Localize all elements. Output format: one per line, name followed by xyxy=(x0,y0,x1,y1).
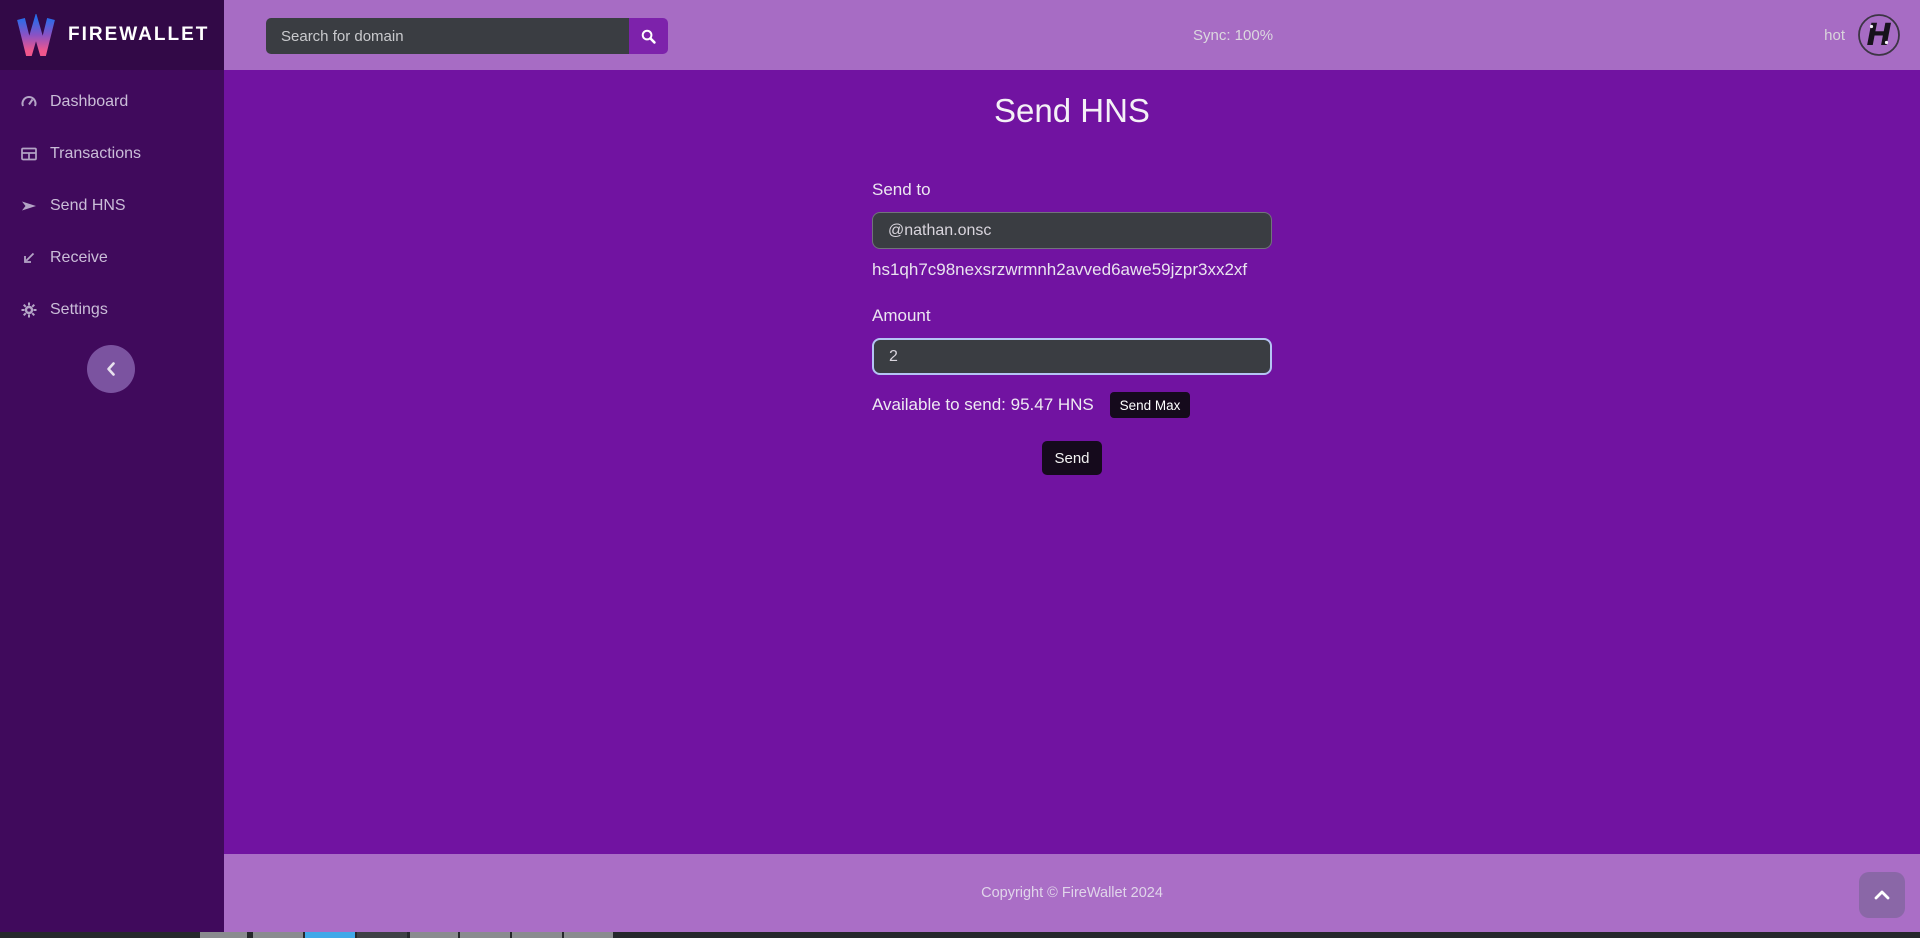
taskbar-segment[interactable] xyxy=(357,932,407,938)
sidebar-item-dashboard[interactable]: Dashboard xyxy=(0,76,224,128)
taskbar-segment[interactable] xyxy=(200,932,247,938)
domain-search xyxy=(266,18,668,54)
sidebar-item-label: Receive xyxy=(50,249,108,267)
page-title: Send HNS xyxy=(224,92,1920,130)
brand-name: FIREWALLET xyxy=(68,24,209,46)
receive-arrow-icon xyxy=(20,249,38,267)
transactions-table-icon xyxy=(20,145,38,163)
wallet-indicator: hot H xyxy=(1824,0,1902,70)
search-button[interactable] xyxy=(629,18,668,54)
sidebar-item-label: Settings xyxy=(50,301,108,319)
sidebar-item-label: Dashboard xyxy=(50,93,128,111)
available-row: Available to send: 95.47 HNS Send Max xyxy=(872,392,1272,418)
taskbar-segment[interactable] xyxy=(512,932,562,938)
chevron-left-icon xyxy=(105,361,117,377)
sidebar-item-label: Send HNS xyxy=(50,197,126,215)
available-balance-text: Available to send: 95.47 HNS xyxy=(872,395,1094,414)
resolved-address: hs1qh7c98nexsrzwrmnh2avved6awe59jzpr3xx2… xyxy=(872,260,1272,280)
send-hns-form: Send to hs1qh7c98nexsrzwrmnh2avved6awe59… xyxy=(872,180,1272,475)
sidebar-item-settings[interactable]: Settings xyxy=(0,284,224,336)
send-arrow-icon xyxy=(20,197,38,215)
taskbar-segment[interactable] xyxy=(253,932,303,938)
handshake-logo-icon[interactable]: H xyxy=(1856,12,1902,58)
sidebar-item-send-hns[interactable]: Send HNS xyxy=(0,180,224,232)
sync-status: Sync: 100% xyxy=(1193,0,1273,70)
sidebar-item-transactions[interactable]: Transactions xyxy=(0,128,224,180)
firewallet-app: { "brand": { "name": "FIREWALLET" }, "to… xyxy=(0,0,1920,938)
send-button[interactable]: Send xyxy=(1042,441,1102,475)
brand-logo-block[interactable]: FIREWALLET xyxy=(0,0,224,70)
amount-label: Amount xyxy=(872,306,1272,326)
firewallet-w-logo-icon xyxy=(16,14,56,56)
taskbar-segment[interactable] xyxy=(305,932,355,938)
main-content: Send HNS Send to hs1qh7c98nexsrzwrmnh2av… xyxy=(224,70,1920,854)
sidebar-collapse-button[interactable] xyxy=(87,345,135,393)
chevron-up-icon xyxy=(1874,890,1890,900)
settings-gear-icon xyxy=(20,301,38,319)
amount-input[interactable] xyxy=(872,338,1272,375)
sidebar-item-label: Transactions xyxy=(50,145,141,163)
taskbar-strip[interactable] xyxy=(0,932,1920,938)
sidebar: FIREWALLET Dashboard Transactions Send H… xyxy=(0,0,224,932)
sidebar-nav: Dashboard Transactions Send HNS Receive xyxy=(0,76,224,336)
search-icon xyxy=(640,28,657,45)
svg-text:H: H xyxy=(1866,18,1891,53)
taskbar-segment[interactable] xyxy=(564,932,613,938)
sidebar-item-receive[interactable]: Receive xyxy=(0,232,224,284)
send-to-input[interactable] xyxy=(872,212,1272,249)
search-input[interactable] xyxy=(266,18,629,54)
topbar: Sync: 100% hot H xyxy=(224,0,1920,70)
taskbar-segment[interactable] xyxy=(410,932,458,938)
send-to-label: Send to xyxy=(872,180,1272,200)
taskbar-segment[interactable] xyxy=(460,932,510,938)
dashboard-gauge-icon xyxy=(20,93,38,111)
scroll-to-top-button[interactable] xyxy=(1859,872,1905,918)
copyright-text: Copyright © FireWallet 2024 xyxy=(981,885,1163,901)
footer: Copyright © FireWallet 2024 xyxy=(224,854,1920,932)
send-max-button[interactable]: Send Max xyxy=(1110,392,1190,418)
wallet-name: hot xyxy=(1824,27,1845,44)
